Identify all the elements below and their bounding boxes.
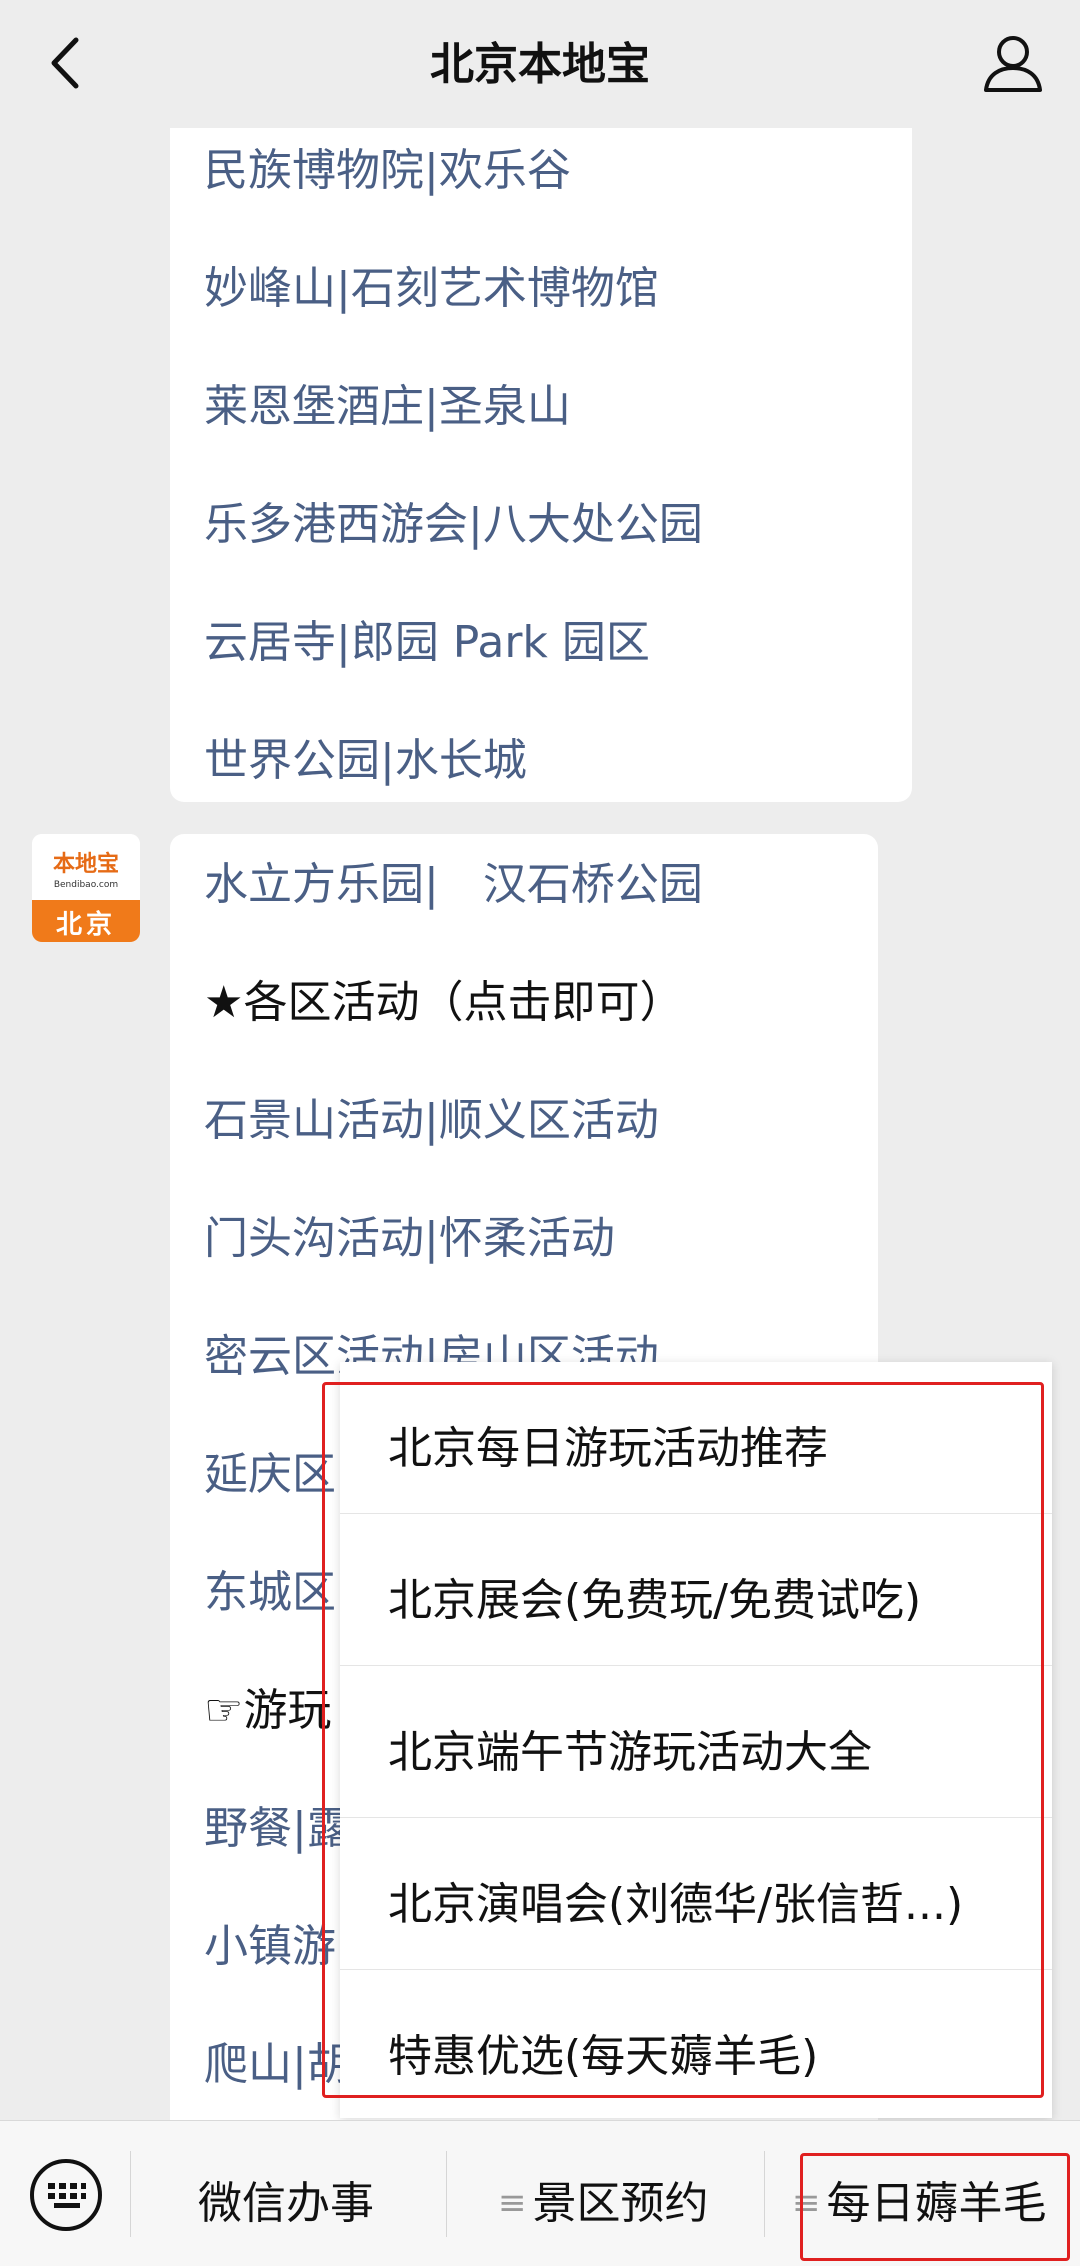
menu-item-label: 北京展会(免费玩/免费试吃) [388,1575,922,1626]
divider [764,2151,765,2237]
link-line[interactable]: 云居寺|郎园 Park 园区 [204,606,650,670]
link-line[interactable]: 门头沟活动|怀柔活动 [204,1202,615,1266]
link-line[interactable]: 东城区 [204,1556,336,1620]
menu-item[interactable]: 北京每日游玩活动推荐 [340,1362,1052,1514]
avatar-bottom: 北京 [32,900,140,942]
tab-label: 景区预约 [532,2178,709,2229]
profile-button[interactable] [980,30,1046,96]
link-line[interactable]: 民族博物院|欢乐谷 [204,134,571,198]
bottom-menu-bar: 微信办事 ≡ 景区预约 ≡ 每日薅羊毛 [0,2120,1080,2266]
menu-item-label: 北京每日游玩活动推荐 [388,1423,828,1474]
popup-menu: 北京每日游玩活动推荐 北京展会(免费玩/免费试吃) 北京端午节游玩活动大全 北京… [340,1362,1052,2118]
menu-item[interactable]: 特惠优选(每天薅羊毛) [340,1970,1052,2122]
menu-item[interactable]: 北京展会(免费玩/免费试吃) [340,1514,1052,1666]
divider [130,2151,131,2237]
header: 北京本地宝 [0,0,1080,128]
menu-item[interactable]: 北京端午节游玩活动大全 [340,1666,1052,1818]
tab-scenic-reservation[interactable]: ≡ 景区预约 [498,2167,709,2231]
avatar[interactable]: 本地宝 Bendibao.com 北京 [32,834,140,942]
link-line[interactable]: 乐多港西游会|八大处公园 [204,488,703,552]
section-heading: ☞游玩 [204,1685,332,1736]
menu-item-label: 北京演唱会(刘德华/张信哲...) [388,1879,964,1930]
avatar-sub: Bendibao.com [53,880,119,890]
tab-highlight-frame [800,2153,1070,2261]
divider [446,2151,447,2237]
tab-wechat-services[interactable]: 微信办事 [198,2167,374,2231]
link-line[interactable]: 小镇游 [204,1910,336,1974]
link-line[interactable]: 野餐|露 [204,1792,351,1856]
person-icon [984,36,1042,92]
chat-page: 北京本地宝 民族博物院|欢乐谷 妙峰山|石刻艺术博物馆 莱恩堡酒庄|圣泉山 乐多… [0,0,1080,2266]
avatar-city: 北京 [55,910,116,940]
section-heading: ★各区活动（点击即可） [204,977,684,1028]
link-line[interactable]: 世界公园|水长城 [204,724,527,788]
link-line[interactable]: 莱恩堡酒庄|圣泉山 [204,370,571,434]
tab-label: 微信办事 [198,2178,374,2229]
link-line[interactable]: 延庆区 [204,1438,336,1502]
keyboard-icon [30,2159,102,2231]
link-line[interactable]: 妙峰山|石刻艺术博物馆 [204,252,659,316]
avatar-logo: 本地宝 [52,852,119,877]
message-bubble: 民族博物院|欢乐谷 妙峰山|石刻艺术博物馆 莱恩堡酒庄|圣泉山 乐多港西游会|八… [170,110,912,802]
menu-item-label: 北京端午节游玩活动大全 [388,1727,872,1778]
menu-item-label: 特惠优选(每天薅羊毛) [388,2031,819,2082]
avatar-top: 本地宝 Bendibao.com [32,834,140,900]
link-line[interactable]: 石景山活动|顺义区活动 [204,1084,659,1148]
keyboard-button[interactable] [28,2157,104,2233]
menu-item[interactable]: 北京演唱会(刘德华/张信哲...) [340,1818,1052,1970]
link-line[interactable]: 爬山|胡 [204,2028,351,2092]
page-title: 北京本地宝 [430,39,650,90]
menu-lines-icon: ≡ [498,2183,527,2223]
link-line[interactable]: 水立方乐园| 汉石桥公园 [204,848,703,912]
